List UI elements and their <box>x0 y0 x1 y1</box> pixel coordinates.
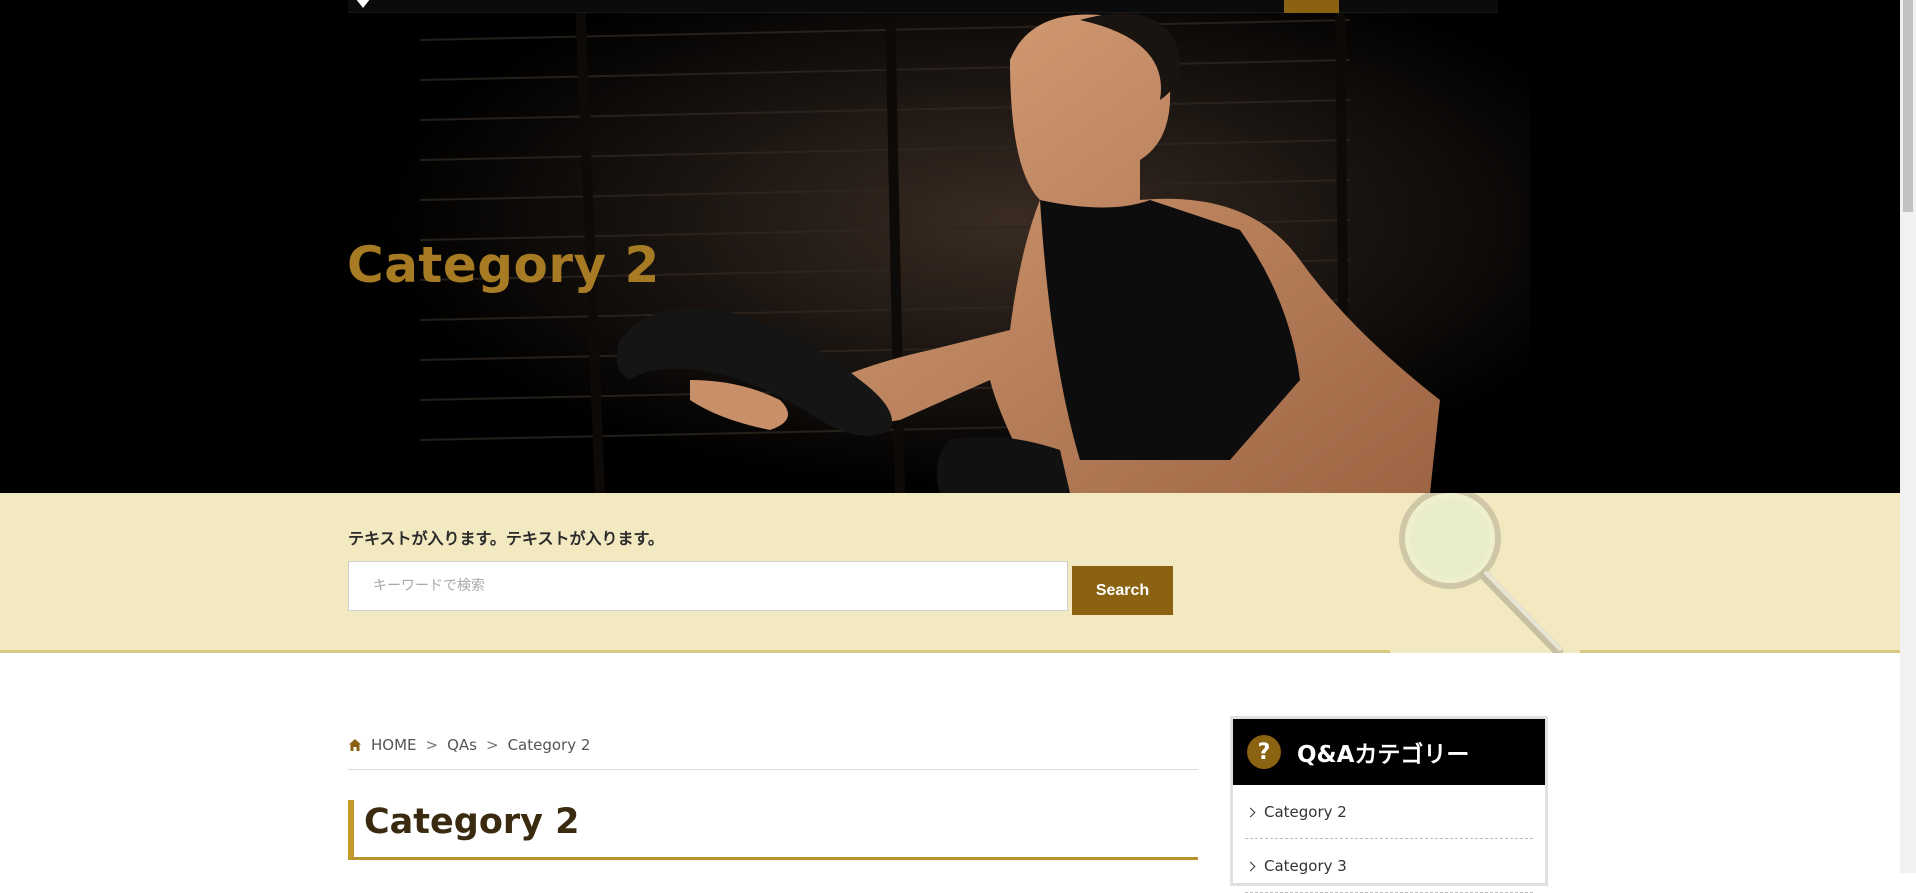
sidebar-item-label: Category 3 <box>1264 856 1347 875</box>
sidebar-header: ? Q&Aカテゴリー <box>1233 719 1545 785</box>
sidebar-item-category-2[interactable]: Category 2 <box>1245 785 1533 839</box>
sidebar-item-category-3[interactable]: Category 3 <box>1245 839 1533 893</box>
search-input[interactable] <box>348 561 1068 611</box>
nav-active-tab[interactable] <box>1284 0 1339 13</box>
sidebar-title: Q&Aカテゴリー <box>1297 742 1470 768</box>
category-list: Category 2 Category 3 <box>1233 785 1545 893</box>
breadcrumb: HOME > QAs > Category 2 <box>348 736 1198 770</box>
search-button[interactable]: Search <box>1072 566 1173 615</box>
question-icon: ? <box>1247 735 1281 769</box>
search-section: テキストが入ります。テキストが入ります。 Search <box>0 493 1900 653</box>
page-title: Category 2 <box>348 800 1198 860</box>
scrollbar-thumb[interactable] <box>1903 0 1913 212</box>
home-icon <box>349 739 361 751</box>
hero-title: Category 2 <box>347 236 660 294</box>
hero-photo <box>0 0 1900 493</box>
chevron-right-icon <box>1245 861 1256 871</box>
qa-category-widget: ? Q&Aカテゴリー Category 2 Category 3 <box>1230 716 1548 893</box>
chevron-right-icon <box>1245 807 1256 817</box>
breadcrumb-home[interactable]: HOME <box>371 736 417 754</box>
hero-banner: Category 2 <box>0 0 1900 493</box>
magnifier-icon <box>1390 493 1580 653</box>
breadcrumb-separator: > <box>425 736 439 754</box>
breadcrumb-current: Category 2 <box>507 736 591 754</box>
breadcrumb-separator: > <box>485 736 499 754</box>
sidebar-item-label: Category 2 <box>1264 802 1347 821</box>
breadcrumb-qas[interactable]: QAs <box>447 736 477 754</box>
search-lead-text: テキストが入ります。テキストが入ります。 <box>348 529 664 548</box>
